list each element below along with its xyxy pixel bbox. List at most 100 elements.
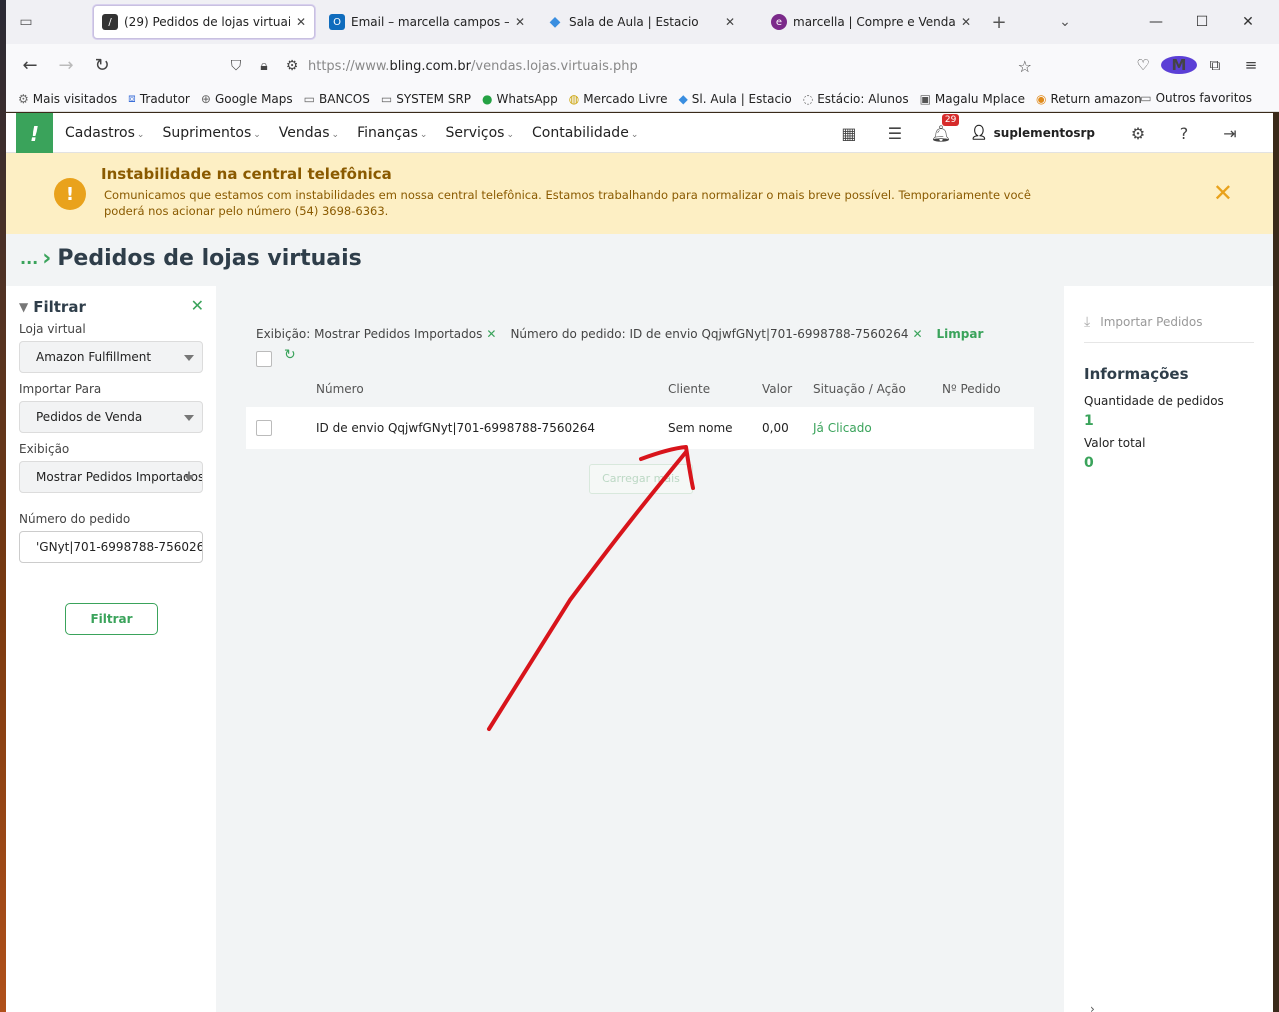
refresh-icon[interactable]: ↻ (284, 347, 296, 363)
menu-financas[interactable]: Finanças ⌄ (357, 125, 427, 141)
back-arrow-icon[interactable]: ← (12, 55, 48, 76)
diamond-favicon-icon: ◆ (549, 14, 561, 30)
main-menu: Cadastros ⌄ Suprimentos ⌄ Vendas ⌄ Finanças… (65, 125, 656, 141)
filtrar-button[interactable]: Filtrar (65, 603, 158, 635)
chevron-right-icon[interactable]: › (1090, 1002, 1095, 1012)
menu-suprimentos[interactable]: Suprimentos ⌄ (162, 125, 260, 141)
forward-arrow-icon[interactable]: → (48, 55, 84, 76)
permissions-icon[interactable]: ⚙ (278, 58, 306, 74)
bookmark-star-icon[interactable]: ☆ (1018, 57, 1032, 76)
qtd-label: Quantidade de pedidos (1084, 394, 1224, 408)
close-icon[interactable]: ✕ (961, 15, 971, 29)
bookmark-item[interactable]: ▣ Magalu Mplace (920, 92, 1025, 106)
bookmark-item[interactable]: ▭ BANCOS (304, 92, 370, 106)
tab-manager-icon[interactable]: ▭ (6, 0, 46, 44)
col-valor: Valor (762, 382, 793, 396)
extensions-icon[interactable]: ⧉ (1197, 56, 1233, 74)
col-cliente: Cliente (668, 382, 711, 396)
importar-select[interactable]: Pedidos de Venda (19, 401, 203, 433)
window-controls: — ☐ ✕ (1133, 0, 1271, 44)
bookmark-item[interactable]: ▭ SYSTEM SRP (381, 92, 471, 106)
window-close-icon[interactable]: ✕ (1225, 14, 1271, 30)
tasks-checklist-icon[interactable]: ☰ (872, 124, 918, 143)
app-bar-right: ▦ ☰ 🔔︎ 29 👤︎ suplementosrp ⚙ ? ⇥ (826, 113, 1253, 153)
lock-icon[interactable]: 🔒︎ (250, 58, 278, 74)
bookmarks-bar: ⚙ Mais visitados ⧈ Tradutor ⊕ Google Maps ▭… (6, 86, 1279, 112)
exibicao-select[interactable]: Mostrar Pedidos Importados (19, 461, 203, 493)
minimize-icon[interactable]: — (1133, 14, 1179, 30)
cell-cliente: Sem nome (668, 421, 733, 435)
close-icon[interactable]: ✕ (515, 15, 525, 29)
handshake-icon: ◍ (568, 91, 580, 106)
notifications-bell-icon[interactable]: 🔔︎ 29 (918, 113, 964, 143)
caret-down-icon (184, 415, 194, 421)
breadcrumb[interactable]: ... (20, 249, 38, 268)
user-menu[interactable]: 👤︎ suplementosrp (970, 125, 1095, 141)
gear-icon[interactable]: ⚙ (1115, 124, 1161, 143)
alert-text: Comunicamos que estamos com instabilidad… (104, 188, 1031, 218)
outlook-favicon-icon: O (329, 14, 345, 30)
bookmark-item[interactable]: ◍ Mercado Livre (569, 92, 668, 106)
info-panel: ⤓ Importar Pedidos Informações Quantidade… (1064, 286, 1273, 1012)
import-orders-button[interactable]: ⤓ Importar Pedidos (1084, 314, 1202, 330)
total-label: Valor total (1084, 436, 1146, 450)
globe-icon: ⊕ (200, 91, 211, 106)
url-text[interactable]: https://www.bling.com.br/vendas.lojas.vi… (308, 59, 638, 74)
cell-valor: 0,00 (762, 421, 789, 435)
loja-label: Loja virtual (19, 322, 86, 336)
importar-label: Importar Para (19, 382, 102, 396)
chevron-down-icon: ⌄ (419, 129, 428, 140)
tab-bling[interactable]: / (29) Pedidos de lojas virtuais - B ✕ (93, 5, 315, 39)
remove-chip-icon[interactable]: ✕ (912, 327, 922, 341)
alert-banner: ! Instabilidade na central telefônica Co… (6, 153, 1273, 234)
menu-contabilidade[interactable]: Contabilidade ⌄ (532, 125, 638, 141)
chevron-down-icon: ⌄ (253, 129, 261, 140)
bookmark-item[interactable]: ◌ Estácio: Alunos (803, 92, 909, 106)
help-icon[interactable]: ? (1161, 124, 1207, 143)
remove-chip-icon[interactable]: ✕ (486, 327, 496, 341)
new-tab-plus-icon[interactable]: + (979, 0, 1019, 44)
logout-icon[interactable]: ⇥ (1207, 124, 1253, 143)
shield-icon[interactable]: ⛉ (222, 58, 250, 74)
filter-header: ▼ Filtrar (19, 298, 86, 316)
close-icon[interactable]: ✕ (296, 15, 306, 29)
bookmark-item[interactable]: ◉ Return amazon (1036, 92, 1142, 106)
bookmark-item[interactable]: ⊕ Google Maps (201, 92, 293, 106)
close-icon[interactable]: ✕ (1213, 179, 1233, 207)
tab-outlook[interactable]: O Email – marcella campos – Outl ✕ (321, 5, 533, 39)
folder-icon: ▭ (380, 91, 393, 106)
maximize-icon[interactable]: ☐ (1179, 14, 1225, 30)
load-more-button[interactable]: Carregar mais (589, 464, 693, 494)
row-checkbox[interactable] (256, 420, 272, 436)
numero-input[interactable]: 'GNyt|701-6998788-7560264 (19, 531, 203, 563)
limpar-link[interactable]: Limpar (937, 327, 984, 341)
bookmark-item[interactable]: ⚙ Mais visitados (18, 92, 117, 106)
table-row[interactable]: ID de envio QqjwfGNyt|701-6998788-756026… (246, 407, 1034, 449)
apps-grid-icon[interactable]: ▦ (826, 124, 872, 143)
tab-magalu[interactable]: e marcella | Compre e Venda Nov ✕ (763, 5, 979, 39)
bookmark-item[interactable]: ● WhatsApp (482, 92, 558, 106)
chevron-down-icon: ⌄ (136, 129, 145, 140)
bling-logo[interactable]: ! (16, 112, 53, 156)
tab-estacio[interactable]: ◆ Sala de Aula | Estacio ✕ (539, 5, 757, 39)
cell-situacao[interactable]: Já Clicado (813, 421, 872, 435)
diamond-icon: ◆ (678, 91, 688, 106)
address-bar[interactable]: ⛉ 🔒︎ ⚙ https://www.bling.com.br/vendas.l… (222, 52, 1032, 80)
profile-avatar[interactable]: M (1161, 56, 1197, 74)
reload-icon[interactable]: ↻ (84, 55, 120, 76)
tab-list-chevron-icon[interactable]: ⌄ (1045, 0, 1085, 44)
menu-cadastros[interactable]: Cadastros ⌄ (65, 125, 144, 141)
bookmark-item[interactable]: ◆ Sl. Aula | Estacio (679, 92, 792, 106)
select-all-checkbox[interactable] (256, 351, 272, 367)
active-filters: Exibição: Mostrar Pedidos Importados ✕ Nú… (256, 327, 983, 341)
hamburger-menu-icon[interactable]: ≡ (1233, 56, 1269, 74)
bookmark-item[interactable]: ⧈ Tradutor (128, 91, 190, 106)
close-icon[interactable]: ✕ (191, 296, 204, 315)
other-bookmarks[interactable]: ▭ Outros favoritos (1140, 91, 1252, 105)
close-icon[interactable]: ✕ (725, 15, 735, 29)
menu-servicos[interactable]: Serviços ⌄ (445, 125, 514, 141)
menu-vendas[interactable]: Vendas ⌄ (279, 125, 339, 141)
pocket-icon[interactable]: ♡ (1125, 56, 1161, 74)
loja-select[interactable]: Amazon Fulfillment (19, 341, 203, 373)
col-numero: Número (316, 382, 364, 396)
